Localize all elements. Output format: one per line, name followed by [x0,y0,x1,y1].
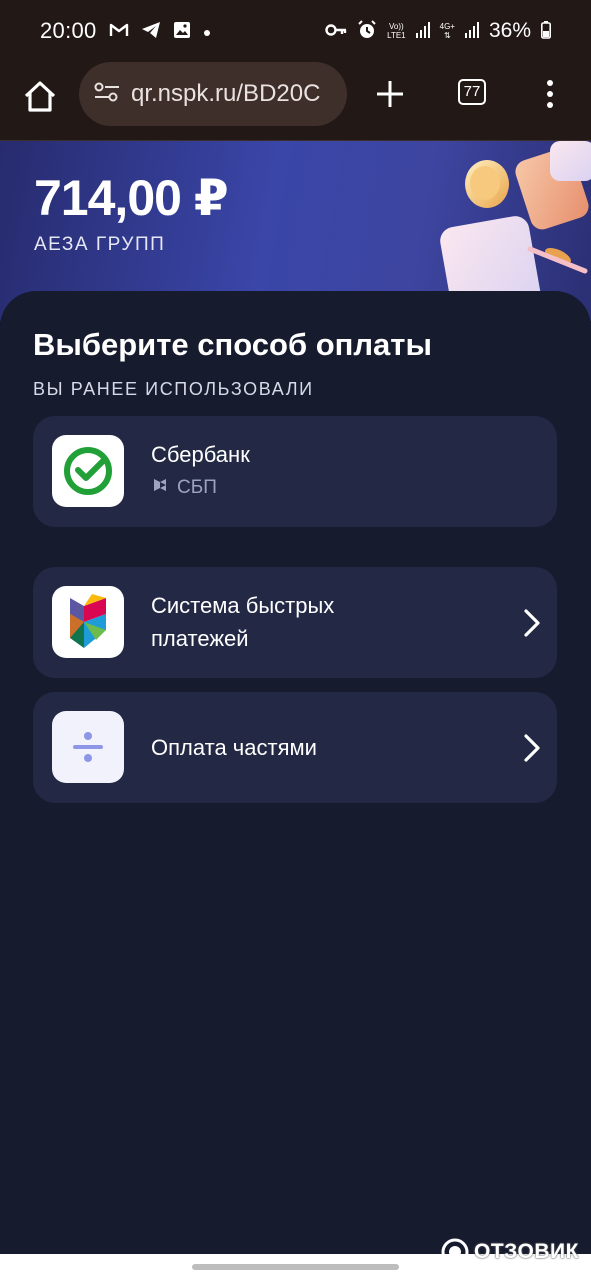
gallery-icon [173,21,191,42]
payment-methods-panel: Выберите способ оплаты ВЫ РАНЕЕ ИСПОЛЬЗО… [0,291,591,1261]
sberbank-logo-icon [52,435,124,507]
sbp-mark-icon [151,476,169,500]
merchant-name: АЕЗА ГРУПП [34,234,166,255]
payment-amount: 714,00 ₽ [34,170,229,226]
clock: 20:00 [40,18,97,43]
site-settings-icon[interactable] [93,80,121,109]
network-type: 4G+ ⇅ [439,22,455,40]
chevron-right-icon [524,734,540,762]
new-tab-button[interactable] [374,76,406,112]
more-vertical-icon [547,80,553,108]
browser-toolbar: qr.nspk.ru/BD20C 77 [0,62,591,141]
installments-option[interactable]: Оплата частями [33,692,557,803]
payment-system-label: СБП [177,477,217,498]
installments-title: Оплата частями [151,735,317,760]
gmail-icon [109,22,129,41]
previously-used-label: ВЫ РАНЕЕ ИСПОЛЬЗОВАЛИ [33,379,314,399]
battery-percent: 36% [488,19,531,42]
plus-icon [377,81,403,107]
section-title: Выберите способ оплаты [33,327,432,362]
bank-name: Сбербанк [151,442,250,467]
home-indicator[interactable] [192,1264,399,1270]
volte-indicator: Vo)) LTE1 [387,22,406,40]
watermark-logo-icon [441,1238,469,1266]
home-icon [24,81,56,112]
url-text[interactable]: qr.nspk.ru/BD20C [131,80,320,108]
telegram-icon [141,21,161,42]
tab-switcher-button[interactable]: 77 [458,79,486,105]
sbp-title: Система быстрых платежей [151,593,335,651]
address-bar[interactable]: qr.nspk.ru/BD20C [79,62,347,126]
battery-icon [541,20,551,42]
home-button[interactable] [22,79,58,115]
signal-icon [464,21,479,42]
sberbank-option[interactable]: Сбербанк СБП [33,416,557,527]
watermark: ОТЗОВИК [440,1237,579,1267]
divide-icon [52,711,124,783]
sbp-option[interactable]: Система быстрых платежей [33,567,557,678]
dot-icon [203,22,211,40]
status-bar: 20:00 Vo)) LTE1 4G+ ⇅ 36% [0,0,591,62]
signal-icon [415,21,430,42]
key-icon [325,22,347,40]
sbp-logo-icon [52,586,124,658]
overflow-menu-button[interactable] [540,76,560,112]
alarm-icon [357,19,377,43]
chevron-right-icon [524,609,540,637]
